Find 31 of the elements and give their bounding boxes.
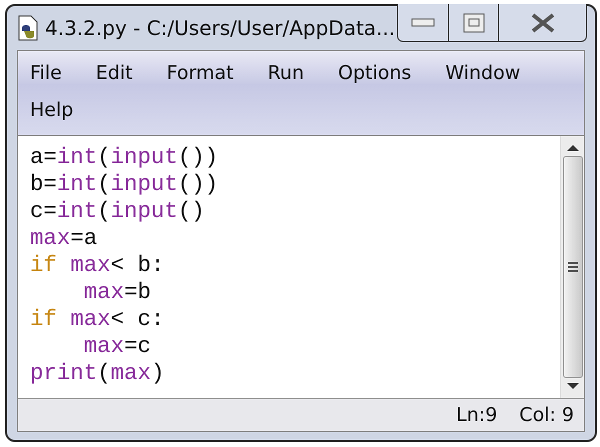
code-line: c=int(input() — [30, 198, 206, 225]
menu-item[interactable]: Help — [30, 92, 74, 129]
menu-item[interactable]: Window — [445, 55, 520, 92]
menu-item[interactable]: Edit — [96, 55, 133, 92]
maximize-button[interactable] — [449, 4, 499, 42]
minimize-button[interactable] — [397, 4, 449, 42]
close-button[interactable] — [499, 4, 587, 42]
window-title: 4.3.2.py - C:/Users/User/AppData... — [45, 15, 396, 42]
code-line: max=a — [30, 225, 98, 252]
close-icon — [530, 12, 554, 32]
scroll-up-icon[interactable] — [566, 144, 578, 152]
code-line: a=int(input()) — [30, 144, 220, 171]
menu-item[interactable]: File — [30, 55, 62, 92]
line-number: Ln:9 — [456, 402, 498, 428]
code-line: if max< b: — [30, 252, 166, 279]
menu-item[interactable]: Format — [166, 55, 234, 92]
code-line: b=int(input()) — [30, 171, 220, 198]
code-editor[interactable]: a=int(input()) b=int(input()) c=int(input() max=a if max< b: max=b if max< c: max=c print(max) — [18, 136, 560, 398]
scrollbar[interactable] — [560, 136, 584, 398]
code-line: max=c — [82, 333, 152, 360]
minimize-icon — [411, 18, 435, 28]
column-number: Col: 9 — [519, 402, 574, 428]
scroll-down-icon[interactable] — [566, 382, 578, 390]
code-line: print(max) — [30, 360, 166, 387]
code-line: if max< c: — [30, 306, 166, 333]
menu-item[interactable]: Run — [268, 55, 304, 92]
code-line: max=b — [82, 279, 152, 306]
menu-item[interactable]: Options — [338, 55, 412, 92]
python-file-icon — [17, 14, 39, 42]
maximize-icon — [462, 12, 484, 32]
scroll-thumb[interactable] — [562, 156, 582, 378]
